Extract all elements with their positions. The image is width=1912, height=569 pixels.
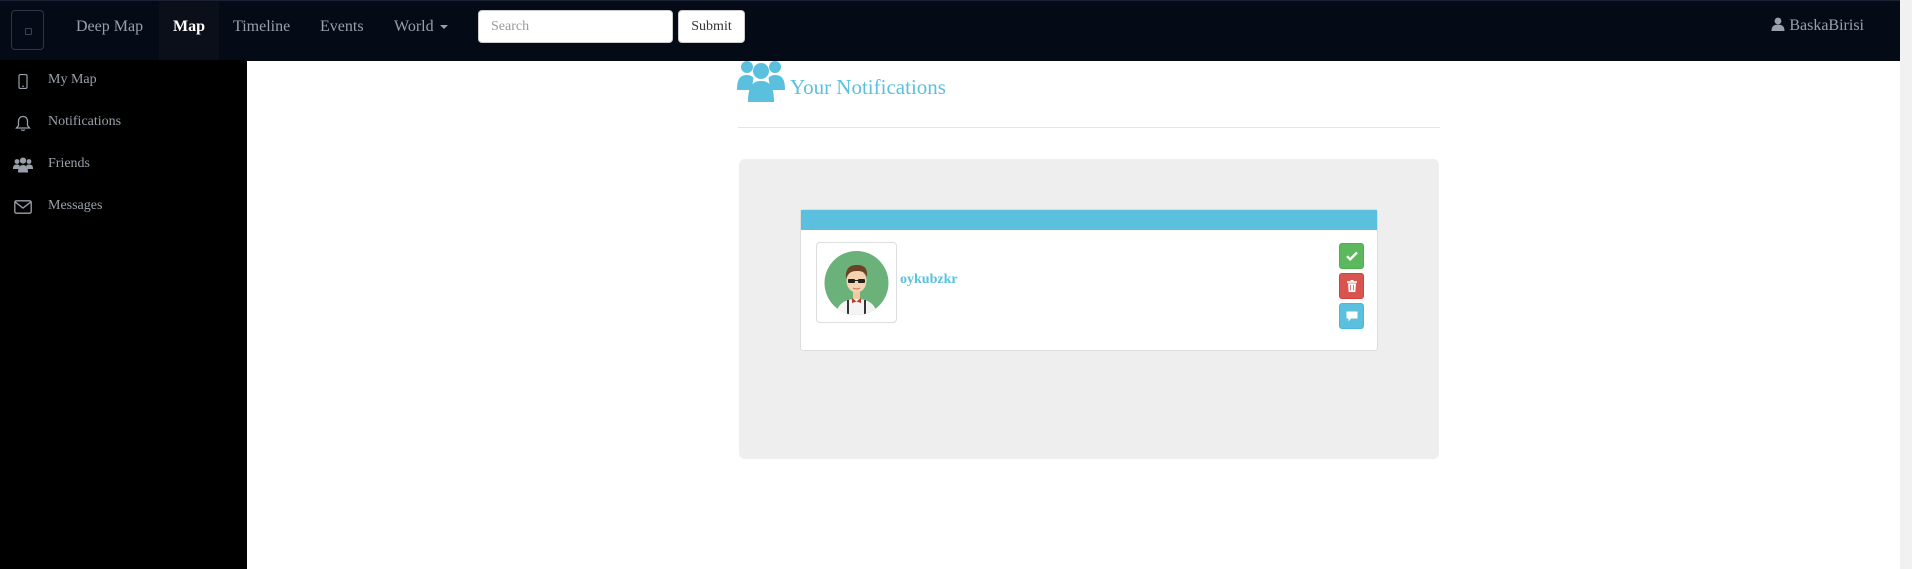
avatar[interactable] — [816, 242, 897, 323]
search-input[interactable] — [478, 10, 673, 43]
sidebar-item-friends[interactable]: Friends — [0, 148, 247, 182]
sidebar-item-label: Notifications — [48, 114, 122, 129]
user-menu-link[interactable]: BaskaBirisi — [1771, 1, 1864, 53]
bell-icon — [13, 113, 33, 133]
submit-button[interactable]: Submit — [678, 10, 745, 43]
nav-item-deep-map[interactable]: Deep Map — [76, 1, 143, 61]
caret-down-icon — [439, 25, 448, 30]
sidebar-item-label: Friends — [48, 156, 90, 171]
sidebar-item-label: Messages — [48, 198, 103, 213]
nav-item-world-dropdown[interactable]: World — [394, 1, 448, 61]
avatar-image — [824, 251, 889, 315]
sidebar: My Map Notifications Friends Messages — [0, 60, 247, 569]
nav-item-world-label: World — [394, 18, 434, 35]
notification-card-header — [801, 210, 1377, 230]
mobile-icon — [13, 71, 33, 91]
notification-username-link[interactable]: oykubzkr — [900, 272, 958, 288]
user-name: BaskaBirisi — [1789, 17, 1864, 34]
trash-icon — [1346, 280, 1357, 292]
nav-item-map[interactable]: Map — [159, 1, 219, 61]
page-scrollbar[interactable] — [1900, 0, 1912, 569]
message-button[interactable] — [1339, 303, 1364, 329]
top-navbar: Deep Map Map Timeline Events World Submi… — [0, 0, 1900, 61]
notification-card: oykubzkr — [800, 209, 1378, 351]
users-icon — [737, 60, 785, 107]
sidebar-item-my-map[interactable]: My Map — [0, 64, 247, 98]
nav-item-timeline[interactable]: Timeline — [233, 1, 290, 61]
header-divider — [738, 127, 1440, 128]
navbar-toggle-button[interactable] — [11, 10, 44, 50]
sidebar-item-notifications[interactable]: Notifications — [0, 106, 247, 140]
sidebar-item-label: My Map — [48, 72, 97, 87]
users-icon — [13, 155, 33, 175]
comment-icon — [1346, 311, 1357, 321]
envelope-icon — [13, 197, 33, 217]
accept-button[interactable] — [1339, 243, 1364, 269]
check-icon — [1345, 251, 1358, 261]
page-title: Your Notifications — [790, 75, 946, 99]
user-icon — [1771, 17, 1785, 31]
nav-item-events[interactable]: Events — [320, 1, 364, 61]
sidebar-item-messages[interactable]: Messages — [0, 190, 247, 224]
delete-button[interactable] — [1339, 273, 1364, 299]
